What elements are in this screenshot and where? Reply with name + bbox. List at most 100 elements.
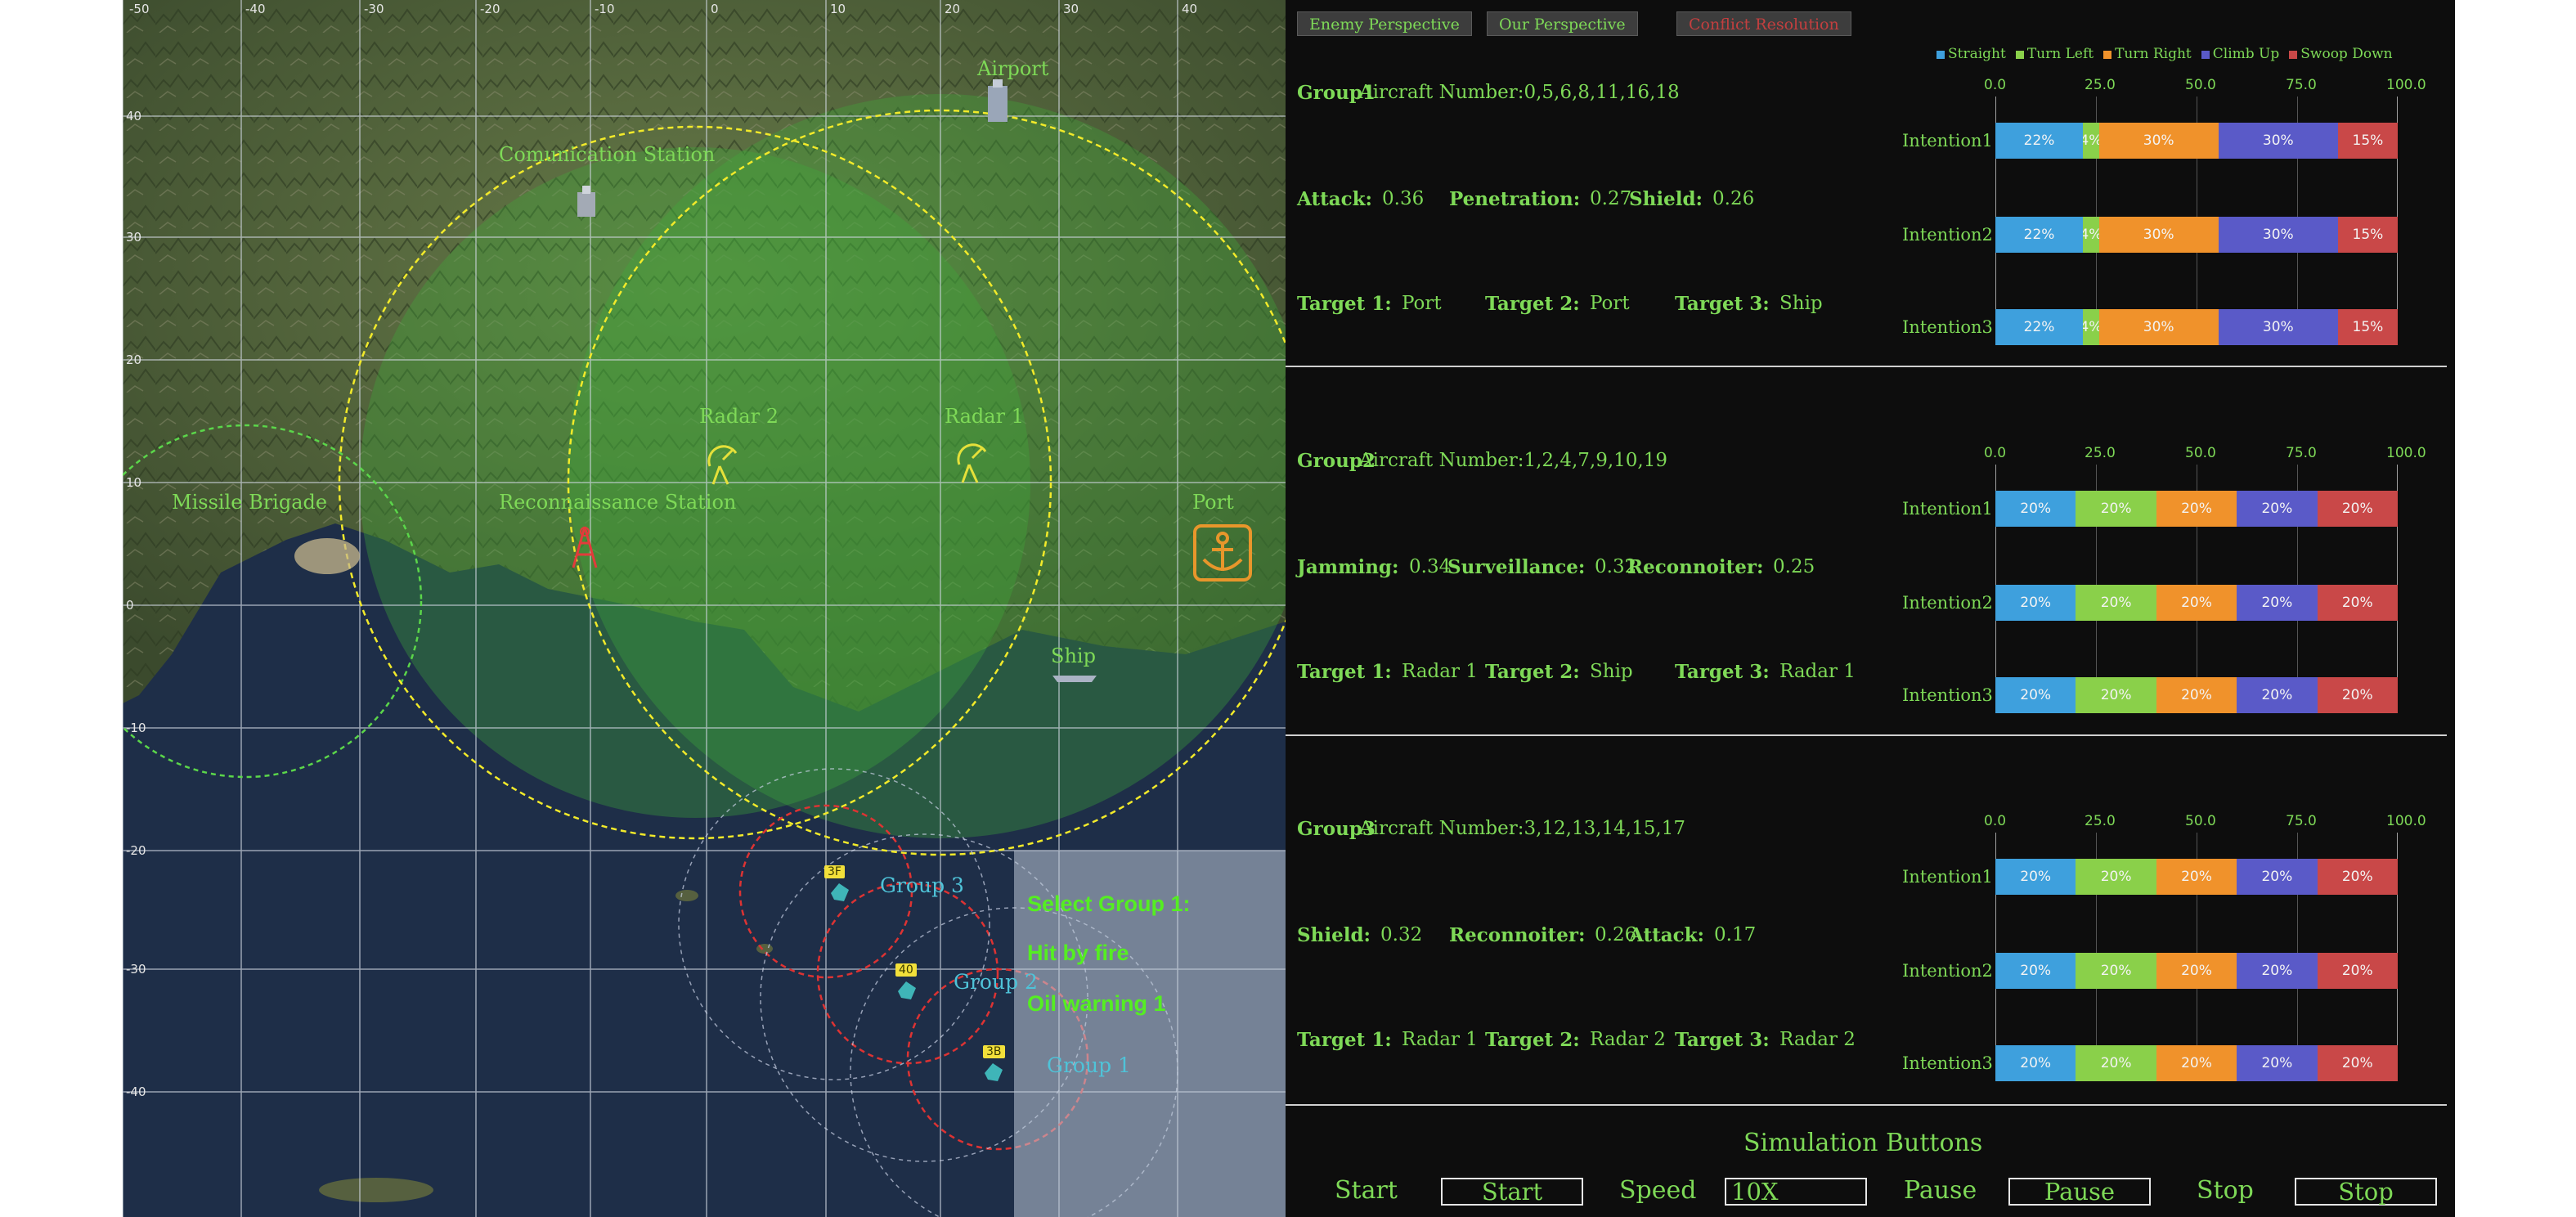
axis-tick-label: 0.0	[1984, 77, 2007, 93]
intention-label: Intention3	[1902, 685, 1993, 705]
intention-bar-segment: 30%	[2218, 217, 2338, 253]
radar1-icon[interactable]	[953, 440, 994, 486]
axis-tick-label: 100.0	[2386, 813, 2426, 829]
simulation-title: Simulation Buttons	[1744, 1129, 1983, 1157]
group3-badge: 3F	[824, 865, 845, 878]
intention-bar[interactable]: 20% 20% 20% 20% 20%	[1995, 1045, 2398, 1081]
enemy-perspective-button[interactable]: Enemy Perspective	[1297, 11, 1472, 36]
aircraft-list: Aircraft Number:1,2,4,7,9,10,19	[1359, 450, 1668, 471]
stat-key: Attack:	[1629, 924, 1705, 946]
map-tick-left: 30	[126, 230, 142, 245]
divider	[1286, 734, 2447, 736]
axis-tick-label: 100.0	[2386, 77, 2426, 93]
map-tick-left: 0	[126, 598, 134, 613]
stat-value: 0.26	[1712, 188, 1755, 209]
intention-bar-segment: 22%	[1995, 123, 2084, 159]
group3-label[interactable]: Group 3	[880, 873, 964, 897]
axis-tick-label: 75.0	[2286, 445, 2317, 461]
radar2-icon[interactable]	[703, 442, 744, 487]
intention-bar-segment: 20%	[2317, 677, 2398, 713]
alert-hit-by-fire: Hit by fire	[1027, 941, 1129, 965]
axis-tick-label: 75.0	[2286, 813, 2317, 829]
island	[319, 1178, 433, 1202]
map-tick-top: 40	[1182, 2, 1198, 16]
target-value: Radar 1	[1402, 661, 1478, 682]
intention-label: Intention3	[1902, 1053, 1993, 1073]
aircraft-list: Aircraft Number:0,5,6,8,11,16,18	[1359, 82, 1680, 103]
intention-bar-segment: 20%	[2076, 859, 2156, 895]
legend-label: Turn Left	[2026, 46, 2094, 62]
conflict-resolution-button[interactable]: Conflict Resolution	[1676, 11, 1851, 36]
group3-aircraft-icon[interactable]	[828, 882, 852, 903]
port-label: Port	[1192, 491, 1234, 514]
stat-value: 0.32	[1380, 924, 1423, 945]
map-tick-left: -20	[126, 843, 146, 858]
pause-label: Pause	[1904, 1176, 1977, 1205]
communication-station-icon[interactable]	[572, 184, 600, 220]
group1-aircraft-icon[interactable]	[981, 1062, 1006, 1083]
tactical-map[interactable]: -50 -40 -30 -20 -10 0 10 20 30 40 40 30 …	[123, 0, 1286, 1217]
map-tick-top: 0	[711, 2, 719, 16]
stat-key: Shield:	[1629, 188, 1703, 210]
stop-button[interactable]: Stop	[2295, 1178, 2437, 1206]
group1-label[interactable]: Group 1	[1047, 1053, 1131, 1077]
group2-label[interactable]: Group 2	[954, 970, 1038, 994]
axis-tick-label: 25.0	[2085, 445, 2116, 461]
intention-bar[interactable]: 22%4%30%30%15%	[1995, 123, 2398, 159]
stat-key: Penetration:	[1449, 188, 1581, 210]
intention-bar[interactable]: 20% 20% 20% 20% 20%	[1995, 677, 2398, 713]
target-key: Target 2:	[1485, 661, 1580, 683]
stat-key: Jamming:	[1297, 556, 1399, 578]
target-key: Target 3:	[1675, 1029, 1770, 1051]
map-tick-left: -10	[126, 721, 146, 735]
intention-bar[interactable]: 20% 20% 20% 20% 20%	[1995, 491, 2398, 527]
missile-brigade-icon[interactable]	[286, 532, 368, 581]
group2-aircraft-icon[interactable]	[895, 980, 919, 1001]
intention-bar-segment: 4%	[2083, 309, 2099, 345]
intention-bar[interactable]: 22%4%30%30%15%	[1995, 217, 2398, 253]
ship-icon[interactable]	[1051, 669, 1100, 685]
intention-bar[interactable]: 20% 20% 20% 20% 20%	[1995, 585, 2398, 621]
intention-label: Intention2	[1902, 593, 1993, 613]
intention-label: Intention1	[1902, 499, 1993, 519]
axis-tick-label: 25.0	[2085, 77, 2116, 93]
target-key: Target 2:	[1485, 1029, 1580, 1051]
airport-icon[interactable]	[981, 78, 1014, 127]
intention-bar-segment: 20%	[2156, 953, 2237, 989]
intention-bar[interactable]: 22%4%30%30%15%	[1995, 309, 2398, 345]
stat-value: 0.25	[1773, 556, 1815, 577]
intention-bar-segment: 20%	[2076, 585, 2156, 621]
stat-value: 0.27	[1590, 188, 1632, 209]
map-tick-top: -40	[245, 2, 266, 16]
intention-bar-segment: 20%	[2317, 953, 2398, 989]
legend-label: Climb Up	[2212, 46, 2280, 62]
map-tick-top: 10	[830, 2, 846, 16]
our-perspective-button[interactable]: Our Perspective	[1487, 11, 1638, 36]
target-value: Radar 1	[1402, 1029, 1478, 1050]
target-value: Radar 2	[1779, 1029, 1856, 1050]
target-value: Radar 2	[1590, 1029, 1666, 1050]
intention-bar-segment: 20%	[2237, 1045, 2318, 1081]
pause-button[interactable]: Pause	[2008, 1178, 2151, 1206]
axis-tick-label: 50.0	[2185, 77, 2216, 93]
divider	[1286, 366, 2447, 367]
reconnaissance-station-icon[interactable]	[568, 523, 601, 571]
target-value: Ship	[1590, 661, 1633, 682]
port-anchor-icon[interactable]	[1192, 523, 1253, 582]
target-value: Port	[1590, 293, 1630, 314]
stat-key: Shield:	[1297, 924, 1371, 946]
speed-label: Speed	[1619, 1176, 1697, 1205]
intention-bar-segment: 20%	[2237, 491, 2318, 527]
target-value: Port	[1402, 293, 1442, 314]
intention-bar[interactable]: 20% 20% 20% 20% 20%	[1995, 859, 2398, 895]
speed-input[interactable]: 10X	[1725, 1178, 1867, 1206]
start-button[interactable]: Start	[1441, 1178, 1583, 1206]
intention-bar-segment: 30%	[2098, 123, 2219, 159]
stat-value: 0.36	[1382, 188, 1425, 209]
intention-bar[interactable]: 20% 20% 20% 20% 20%	[1995, 953, 2398, 989]
target-key: Target 3:	[1675, 661, 1770, 683]
map-tick-top: -30	[364, 2, 384, 16]
legend-label: Swoop Down	[2300, 46, 2393, 62]
divider	[1286, 1104, 2447, 1106]
intention-label: Intention1	[1902, 867, 1993, 887]
